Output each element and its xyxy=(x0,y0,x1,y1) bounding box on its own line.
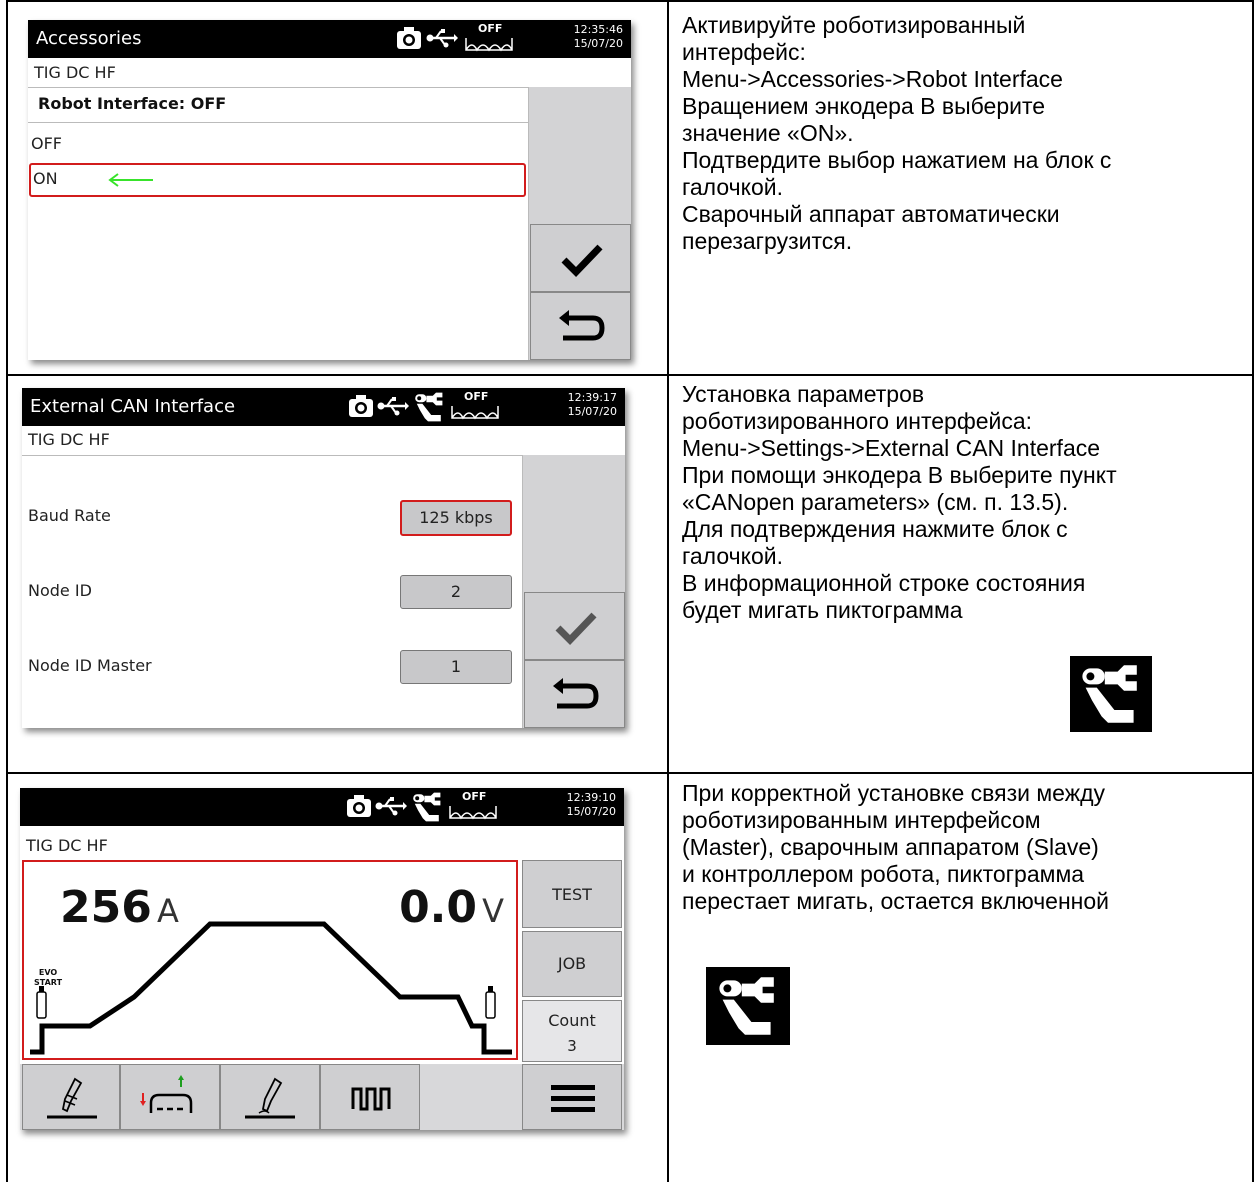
job-button[interactable]: JOB xyxy=(522,931,622,997)
pulse-button[interactable] xyxy=(320,1064,420,1130)
gas-bottle-left-icon xyxy=(36,986,47,1019)
robot-interface-heading: Robot Interface: OFF xyxy=(38,94,227,113)
node-id-label: Node ID xyxy=(28,581,92,600)
option-off-label: OFF xyxy=(31,134,62,153)
baud-rate-value-text: 125 kbps xyxy=(419,508,493,527)
status-bar: Accessories OFF 12:35:46 15/07/20 xyxy=(28,20,631,58)
screen-title: External CAN Interface xyxy=(30,396,236,417)
instruction-text-3: При корректной установке связи между роб… xyxy=(682,780,1110,914)
pulse-icon xyxy=(351,1087,391,1111)
usb-icon xyxy=(377,397,409,416)
node-id-master-value-text: 1 xyxy=(450,657,462,676)
back-button[interactable] xyxy=(530,292,631,360)
confirm-button-disabled[interactable] xyxy=(524,592,625,660)
node-id-master-row: Node ID Master 1 xyxy=(22,648,522,688)
job-button-label: JOB xyxy=(557,954,587,973)
date: 15/07/20 xyxy=(573,37,623,50)
off-indicator: OFF xyxy=(464,22,514,54)
time: 12:39:10 xyxy=(566,791,616,804)
camera-icon xyxy=(347,795,371,817)
torch-wire-icon xyxy=(245,1077,295,1119)
node-id-master-label: Node ID Master xyxy=(28,656,152,675)
camera-icon xyxy=(349,395,373,417)
checkmark-icon xyxy=(555,612,597,645)
option-on-label: ON xyxy=(33,169,58,188)
date: 15/07/20 xyxy=(567,405,617,418)
gas-level-icon xyxy=(140,1075,193,1113)
count-value: 3 xyxy=(567,1037,577,1055)
usb-icon xyxy=(375,797,407,816)
torch-button[interactable] xyxy=(22,1064,120,1130)
table-border-top xyxy=(6,0,1254,2)
instruction-text-2: Установка параметров роботизированного и… xyxy=(682,381,1117,623)
option-on-selected[interactable]: ON xyxy=(29,163,526,197)
baud-rate-row: Baud Rate 125 kbps xyxy=(22,498,522,538)
torch-wire-button[interactable] xyxy=(220,1064,320,1130)
node-id-master-value[interactable]: 1 xyxy=(400,650,512,684)
off-indicator: OFF xyxy=(448,790,498,822)
camera-icon xyxy=(397,27,421,49)
option-off[interactable]: OFF xyxy=(28,130,528,160)
mode-label: TIG DC HF xyxy=(26,836,108,855)
robot-icon xyxy=(706,967,790,1045)
back-button[interactable] xyxy=(524,660,625,728)
table-border-left xyxy=(6,0,8,1182)
main-welding-screen: OFF 12:39:10 15/07/20 TIG DC HF 256 A 0.… xyxy=(20,788,624,1130)
table-row-divider-2 xyxy=(6,772,1254,774)
arrow-left-icon xyxy=(108,173,153,187)
menu-icon xyxy=(551,1085,595,1112)
date: 15/07/20 xyxy=(566,805,616,818)
status-bar: OFF 12:39:10 15/07/20 xyxy=(20,788,624,826)
external-can-interface-screen: External CAN Interface OFF 12:39:17 15/0… xyxy=(22,388,625,728)
baud-rate-value[interactable]: 125 kbps xyxy=(400,500,512,536)
accessories-screen: Accessories OFF 12:35:46 15/07/20 TIG DC… xyxy=(28,20,631,360)
time: 12:39:17 xyxy=(567,391,617,404)
heading-separator xyxy=(28,122,528,123)
mode-label: TIG DC HF xyxy=(28,430,110,449)
node-id-value[interactable]: 2 xyxy=(400,575,512,609)
wave-off-icon xyxy=(451,406,499,420)
return-icon xyxy=(559,310,605,341)
count-button[interactable]: Count 3 xyxy=(522,1000,622,1062)
wave-off-icon xyxy=(449,806,497,820)
baud-rate-label: Baud Rate xyxy=(28,506,111,525)
node-id-row: Node ID 2 xyxy=(22,573,522,613)
welding-cycle-graph xyxy=(30,921,512,1055)
table-column-divider xyxy=(667,0,669,1182)
robot-icon xyxy=(1070,656,1152,732)
table-border-right xyxy=(1252,0,1254,1182)
node-id-value-text: 2 xyxy=(450,582,462,601)
robot-icon xyxy=(413,792,441,822)
screen-title: Accessories xyxy=(36,28,142,49)
instruction-text-1: Активируйте роботизированный интерфейс: … xyxy=(682,12,1112,254)
count-label: Count xyxy=(548,1011,596,1030)
test-button[interactable]: TEST xyxy=(522,860,622,928)
time: 12:35:46 xyxy=(573,23,623,36)
clock: 12:35:46 15/07/20 xyxy=(574,23,623,51)
wave-off-icon xyxy=(465,38,513,52)
torch-icon xyxy=(47,1077,97,1119)
usb-icon xyxy=(426,29,458,48)
test-button-label: TEST xyxy=(552,885,592,904)
clock: 12:39:10 15/07/20 xyxy=(567,791,616,819)
gas-bottle-right-icon xyxy=(485,986,496,1019)
menu-button[interactable] xyxy=(522,1064,622,1130)
checkmark-icon xyxy=(561,244,603,277)
robot-icon xyxy=(415,392,443,422)
mode-label: TIG DC HF xyxy=(34,63,116,82)
gas-level-button[interactable] xyxy=(120,1064,220,1130)
off-indicator: OFF xyxy=(450,390,500,422)
clock: 12:39:17 15/07/20 xyxy=(568,391,617,419)
status-bar: External CAN Interface OFF 12:39:17 15/0… xyxy=(22,388,625,426)
table-row-divider-1 xyxy=(6,374,1254,376)
confirm-button[interactable] xyxy=(530,224,631,292)
welding-parameters-panel[interactable]: 256 A 0.0 V EVO START xyxy=(22,860,518,1060)
return-icon xyxy=(553,678,599,709)
